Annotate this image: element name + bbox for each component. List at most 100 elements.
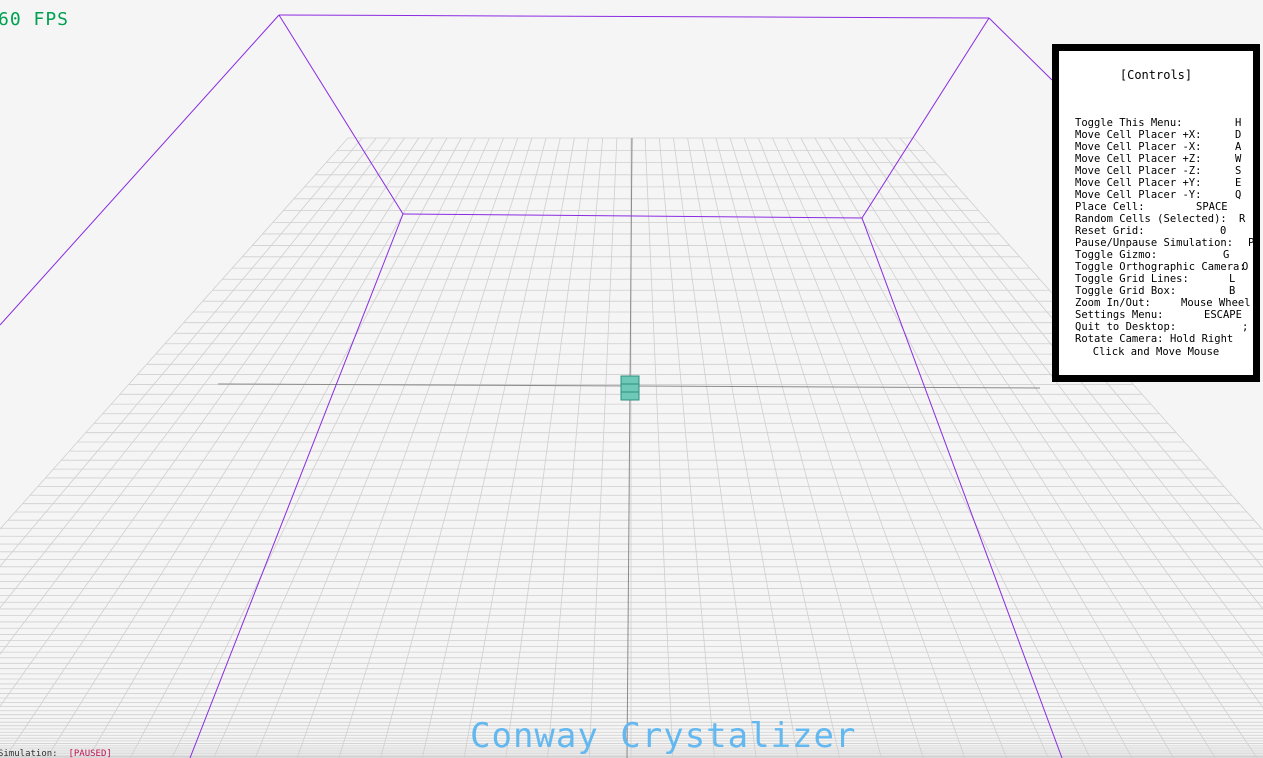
cell-placer-cube <box>620 375 640 401</box>
control-key: E <box>1235 177 1242 189</box>
simulation-status: Simulation: [PAUSED] <box>0 749 112 758</box>
grid-line <box>171 137 476 758</box>
control-row: Move Cell Placer +X: D <box>1075 129 1246 141</box>
grid-line <box>254 137 505 758</box>
control-key: Mouse Wheel <box>1181 297 1251 309</box>
control-action: Move Cell Placer -Z: <box>1075 165 1202 177</box>
control-row: Move Cell Placer -Y: Q <box>1075 189 1246 201</box>
grid-line <box>46 137 434 758</box>
control-key: O <box>1242 261 1249 273</box>
grid-line <box>213 137 490 758</box>
controls-list: Toggle This Menu: H Move Cell Placer +X: D M… <box>1075 117 1254 345</box>
grid-line <box>757 137 1008 758</box>
control-key: SPACE <box>1196 201 1228 213</box>
control-row: Toggle This Menu: H <box>1075 117 1246 129</box>
grid-line <box>729 137 924 758</box>
control-key: W <box>1235 153 1242 165</box>
control-row: Toggle Gizmo: G <box>1075 249 1246 261</box>
control-row: Quit to Desktop:; <box>1075 321 1249 333</box>
control-key: R <box>1239 213 1246 225</box>
control-action: Move Cell Placer +Y: <box>1075 177 1202 189</box>
control-action: Move Cell Placer +X: <box>1075 129 1202 141</box>
control-row: Toggle Grid Lines: L <box>1075 273 1246 285</box>
control-action: Toggle Gizmo: <box>1075 249 1158 261</box>
grid-line <box>687 137 799 758</box>
control-key: S <box>1235 165 1242 177</box>
grid-line <box>743 137 966 758</box>
grid-line <box>0 137 363 567</box>
grid-line <box>786 137 1091 758</box>
grid-line <box>772 137 1049 758</box>
control-key: H <box>1235 117 1242 129</box>
grid-line <box>87 137 448 758</box>
box-edge <box>278 14 990 19</box>
grid-line <box>715 137 882 758</box>
grid-line <box>0 137 405 707</box>
control-row: Place Cell: SPACE <box>1075 201 1246 213</box>
control-key: L <box>1229 273 1236 285</box>
grid-line <box>0 137 391 655</box>
control-row: Move Cell Placer -X: A <box>1075 141 1246 153</box>
control-row: Zoom In/Out: Mouse Wheel <box>1075 297 1251 309</box>
control-key: Hold Right <box>1170 333 1234 345</box>
control-action: Toggle Grid Box: <box>1075 285 1177 297</box>
game-viewport[interactable]: 60 FPS [Controls] Toggle This Menu: H Move… <box>0 0 1263 758</box>
grid-line <box>4 137 420 758</box>
box-edge <box>0 14 280 326</box>
grid-line <box>658 137 715 758</box>
control-row: Reset Grid: 0 <box>1075 225 1246 237</box>
grid-line <box>463 137 575 758</box>
control-action: Zoom In/Out: <box>1075 297 1151 309</box>
control-key: P <box>1248 237 1255 249</box>
fps-counter: 60 FPS <box>0 9 70 30</box>
simulation-label: Simulation: <box>0 749 58 758</box>
control-row: Random Cells (Selected): R <box>1075 213 1246 225</box>
cell-placer-icon <box>620 375 640 401</box>
controls-title: [Controls] <box>1119 68 1193 82</box>
control-action: Place Cell: <box>1075 201 1145 213</box>
controls-menu: [Controls] Toggle This Menu: H Move Cell P… <box>1052 44 1260 382</box>
control-action: Pause/Unpause Simulation: <box>1075 237 1234 249</box>
axis-lines <box>217 137 1041 758</box>
control-action: Move Cell Placer -Y: <box>1075 189 1202 201</box>
control-key: ; <box>1242 321 1249 333</box>
control-action: Quit to Desktop: <box>1075 321 1177 333</box>
control-key: 0 <box>1220 225 1227 237</box>
game-title: Conway Crystalizer <box>470 716 857 756</box>
control-key: G <box>1223 249 1230 261</box>
simulation-state: [PAUSED] <box>68 749 112 758</box>
box-edge <box>278 14 404 215</box>
control-row: Move Cell Placer +Z: W <box>1075 153 1246 165</box>
control-action: Move Cell Placer +Z: <box>1075 153 1202 165</box>
control-action: Reset Grid: <box>1075 225 1145 237</box>
grid-line <box>421 137 561 758</box>
control-row: Move Cell Placer -Z: S <box>1075 165 1246 177</box>
grid-line <box>547 137 604 758</box>
control-key: B <box>1229 285 1236 297</box>
control-action: Toggle Orthographic Camera: <box>1075 261 1246 273</box>
grid-line <box>380 137 547 758</box>
controls-footer: Click and Move Mouse <box>1092 346 1220 358</box>
control-key: A <box>1235 141 1242 153</box>
grid-line <box>338 137 533 758</box>
box-edge <box>861 217 1063 758</box>
control-action: Rotate Camera: <box>1075 333 1164 345</box>
control-row: Rotate Camera: Hold Right <box>1075 333 1246 345</box>
grid-line <box>588 137 618 758</box>
grid-line <box>505 137 589 758</box>
control-action: Settings Menu: <box>1075 309 1164 321</box>
control-row: Settings Menu: ESCAPE <box>1075 309 1246 321</box>
control-row: Move Cell Placer +Y: E <box>1075 177 1246 189</box>
control-key: ESCAPE <box>1204 309 1242 321</box>
control-action: Move Cell Placer -X: <box>1075 141 1202 153</box>
box-edge <box>988 17 1053 81</box>
grid-line <box>129 137 462 758</box>
grid-line <box>701 137 841 758</box>
control-row: Toggle Grid Box: B <box>1075 285 1246 297</box>
control-row: Pause/Unpause Simulation: P <box>1075 237 1254 249</box>
control-key: Q <box>1235 189 1242 201</box>
grid-line <box>644 137 674 758</box>
box-edge <box>189 213 404 758</box>
control-key: D <box>1235 129 1242 141</box>
grid-line <box>673 137 757 758</box>
